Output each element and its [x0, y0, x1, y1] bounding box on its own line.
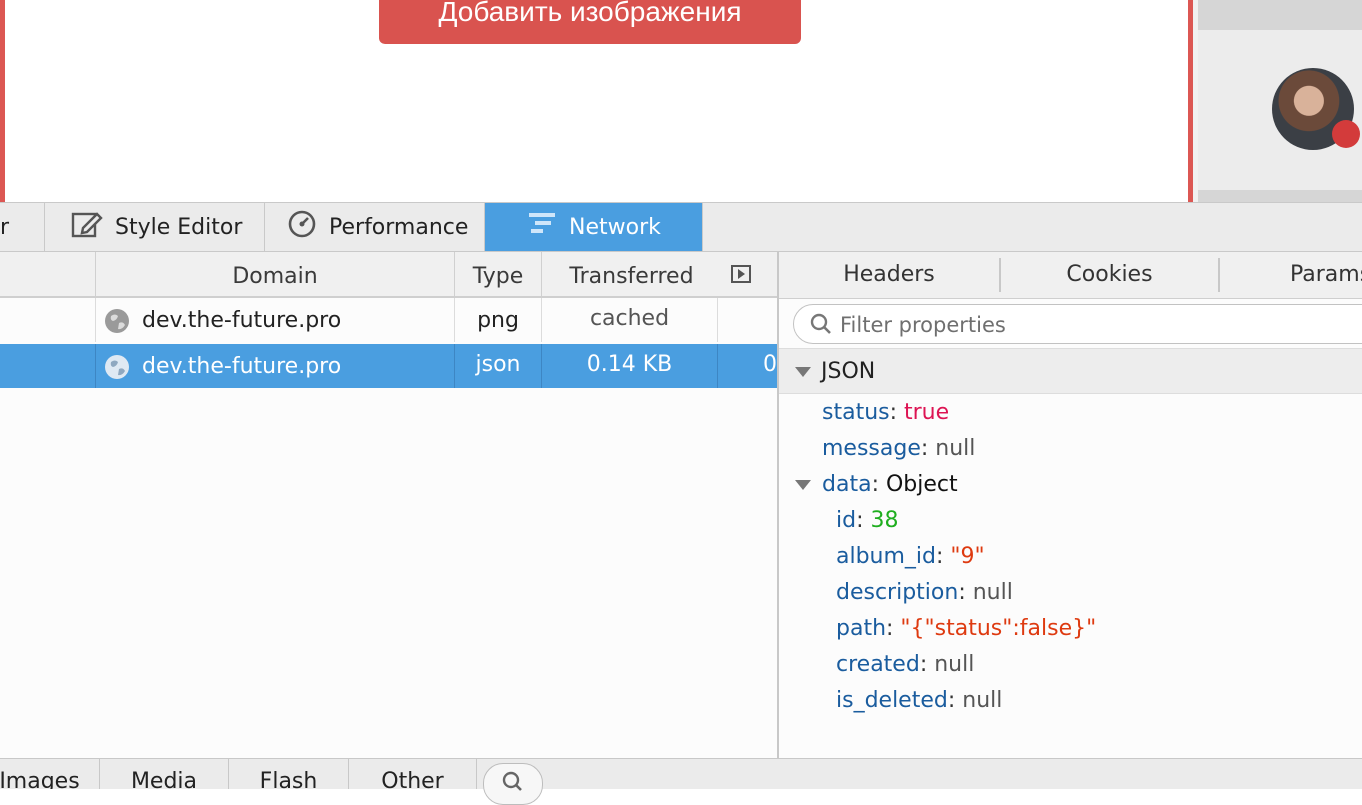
- network-icon: [527, 210, 557, 244]
- json-prop-created[interactable]: created: null: [836, 650, 974, 680]
- request-list: Domain Type Transferred dev.the-future.p…: [0, 252, 779, 758]
- style-editor-icon: [71, 209, 103, 245]
- column-transferred[interactable]: Transferred: [541, 252, 721, 296]
- json-prop-id[interactable]: id: 38: [836, 506, 898, 536]
- json-prop-is-deleted[interactable]: is_deleted: null: [836, 686, 1002, 716]
- tab-label: Style Editor: [115, 214, 243, 240]
- json-prop-message[interactable]: message: null: [822, 434, 975, 464]
- tab-label: Performance: [329, 214, 469, 240]
- performance-icon: [287, 209, 317, 245]
- filter-properties-field[interactable]: [793, 304, 1362, 344]
- notification-dot: [1332, 120, 1360, 148]
- tab-inspector[interactable]: r: [0, 203, 45, 251]
- request-type: json: [454, 344, 541, 388]
- toggle-sidebar-icon[interactable]: [731, 265, 751, 283]
- column-domain[interactable]: Domain: [95, 252, 454, 296]
- json-prop-album-id[interactable]: album_id: "9": [836, 542, 985, 572]
- tab-headers[interactable]: Headers: [779, 252, 999, 298]
- tab-performance[interactable]: Performance: [265, 203, 485, 251]
- globe-icon: [105, 309, 129, 333]
- json-prop-status[interactable]: status: true: [822, 398, 949, 428]
- filter-flash-button[interactable]: Flash: [229, 759, 349, 789]
- request-domain: dev.the-future.pro: [142, 308, 342, 333]
- request-transferred: 0.14 KB: [541, 344, 717, 388]
- webpage-viewport: Добавить изображения: [0, 0, 1362, 202]
- tab-params[interactable]: Params: [1220, 252, 1362, 298]
- json-section-title: JSON: [821, 359, 876, 384]
- tab-network[interactable]: Network: [485, 203, 703, 251]
- filter-other-button[interactable]: Other: [349, 759, 477, 789]
- request-size: 0: [717, 344, 777, 388]
- add-images-button[interactable]: Добавить изображения: [379, 0, 801, 44]
- devtools-toolbar: r Style Editor Performance Network: [0, 202, 1362, 252]
- filter-media-button[interactable]: Media: [100, 759, 229, 789]
- details-tabs: Headers Cookies Params: [779, 252, 1362, 299]
- tab-label: r: [0, 214, 10, 240]
- globe-icon: [105, 355, 129, 379]
- search-icon: [502, 771, 522, 791]
- request-type: png: [454, 298, 541, 342]
- json-prop-path[interactable]: path: "{"status":false}": [836, 614, 1096, 644]
- filter-images-button[interactable]: Images: [0, 759, 100, 789]
- expand-arrow-icon[interactable]: [795, 480, 811, 490]
- search-icon: [810, 313, 831, 334]
- request-details-panel: Headers Cookies Params JSON status: true…: [779, 252, 1362, 758]
- tab-style-editor[interactable]: Style Editor: [45, 203, 265, 251]
- request-list-header: Domain Type Transferred: [0, 252, 777, 298]
- request-type-filter-bar: Images Media Flash Other: [0, 758, 1362, 805]
- request-transferred: cached: [541, 298, 717, 342]
- json-prop-description[interactable]: description: null: [836, 578, 1013, 608]
- request-row-selected[interactable]: dev.the-future.pro json 0.14 KB 0: [0, 344, 777, 388]
- column-type[interactable]: Type: [454, 252, 541, 296]
- filter-search-button[interactable]: [483, 763, 543, 805]
- json-prop-data[interactable]: data: Object: [822, 470, 958, 500]
- request-domain: dev.the-future.pro: [142, 354, 342, 379]
- request-row[interactable]: dev.the-future.pro png cached: [0, 298, 777, 342]
- json-section-header[interactable]: JSON: [779, 348, 1362, 394]
- collapse-arrow-icon[interactable]: [795, 367, 811, 377]
- filter-properties-input[interactable]: [838, 309, 1362, 341]
- tab-label: Network: [569, 214, 661, 240]
- tab-cookies[interactable]: Cookies: [1001, 252, 1218, 298]
- request-size: [717, 298, 777, 342]
